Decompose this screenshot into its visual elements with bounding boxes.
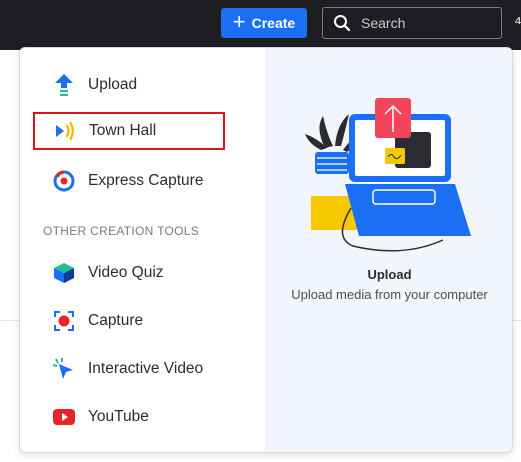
search-placeholder: Search bbox=[361, 15, 406, 31]
search-icon bbox=[334, 15, 351, 32]
cube-icon bbox=[52, 261, 76, 285]
upload-arrow-icon bbox=[52, 73, 76, 97]
more-icon[interactable]: ⁴ bbox=[514, 13, 521, 34]
menu-item-upload[interactable]: Upload bbox=[34, 66, 224, 104]
section-heading-other-tools: OTHER CREATION TOOLS bbox=[43, 224, 200, 238]
create-dropdown-menu: Upload Town Hall Express Capture OTHER C… bbox=[19, 47, 513, 453]
menu-item-label: Upload bbox=[88, 76, 138, 93]
menu-item-express-capture[interactable]: Express Capture bbox=[34, 162, 224, 200]
record-capture-icon bbox=[52, 309, 76, 333]
menu-item-interactive-video[interactable]: Interactive Video bbox=[34, 350, 224, 388]
cursor-click-icon bbox=[52, 357, 76, 381]
menu-item-video-quiz[interactable]: Video Quiz bbox=[34, 254, 224, 292]
youtube-icon bbox=[52, 405, 76, 429]
menu-item-town-hall[interactable]: Town Hall bbox=[33, 112, 225, 150]
menu-item-label: Video Quiz bbox=[88, 264, 164, 281]
create-button[interactable]: + Create bbox=[221, 8, 307, 38]
menu-item-label: YouTube bbox=[88, 408, 149, 425]
menu-item-capture[interactable]: Capture bbox=[34, 302, 224, 340]
top-navigation-bar: + Create Search ⁴ bbox=[0, 0, 521, 50]
preview-title: Upload bbox=[367, 267, 412, 282]
preview-panel: Upload Upload media from your computer bbox=[265, 48, 512, 452]
creation-options-list: Upload Town Hall Express Capture OTHER C… bbox=[20, 48, 265, 452]
menu-item-label: Capture bbox=[88, 312, 144, 329]
upload-illustration bbox=[305, 98, 471, 252]
menu-item-label: Express Capture bbox=[88, 172, 204, 189]
search-input[interactable]: Search bbox=[322, 7, 502, 39]
menu-item-label: Interactive Video bbox=[88, 360, 204, 377]
divider bbox=[0, 320, 20, 321]
express-capture-icon bbox=[52, 169, 76, 193]
menu-item-label: Town Hall bbox=[89, 122, 157, 139]
preview-description: Upload media from your computer bbox=[291, 287, 488, 302]
menu-item-youtube[interactable]: YouTube bbox=[34, 398, 224, 436]
plus-icon: + bbox=[232, 9, 246, 34]
create-button-label: Create bbox=[251, 15, 296, 31]
town-hall-broadcast-icon bbox=[53, 119, 77, 143]
